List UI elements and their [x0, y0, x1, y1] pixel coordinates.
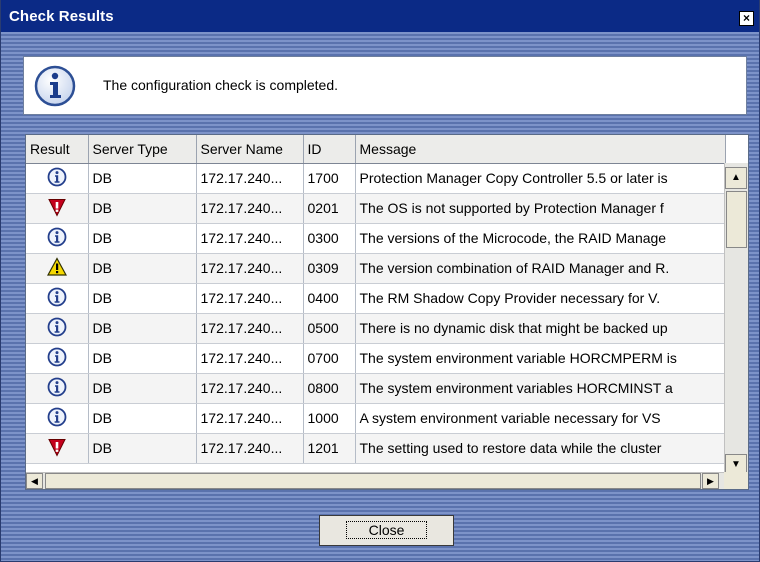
server-type-cell: DB: [88, 373, 197, 404]
table-row[interactable]: DB 172.17.240... 0800 The system environmen…: [26, 373, 726, 404]
server-name-cell: 172.17.240...: [196, 193, 304, 224]
server-name-cell: 172.17.240...: [196, 223, 304, 254]
server-type-cell: DB: [88, 403, 197, 434]
server-name-cell: 172.17.240...: [196, 253, 304, 284]
server-name-cell: 172.17.240...: [196, 433, 304, 464]
server-name-cell: 172.17.240...: [196, 403, 304, 434]
info-message: The configuration check is completed.: [103, 77, 339, 93]
warning-icon: [46, 256, 67, 280]
id-cell: 0400: [303, 283, 356, 314]
result-cell: [26, 283, 89, 314]
server-type-cell: DB: [88, 433, 197, 464]
server-type-cell: DB: [88, 313, 197, 344]
id-cell: 0300: [303, 223, 356, 254]
info-icon: [47, 377, 67, 400]
vertical-scrollbar[interactable]: ▲ ▼: [724, 163, 748, 476]
server-type-cell: DB: [88, 223, 197, 254]
id-cell: 0309: [303, 253, 356, 284]
server-type-cell: DB: [88, 343, 197, 374]
server-type-cell: DB: [88, 163, 197, 194]
result-cell: [26, 223, 89, 254]
column-header-server-name[interactable]: Server Name: [196, 135, 304, 164]
server-type-cell: DB: [88, 283, 197, 314]
info-icon: [47, 167, 67, 190]
table-row[interactable]: DB 172.17.240... 0300 The versions of the M…: [26, 223, 726, 254]
message-cell: The system environment variable HORCMPER…: [355, 343, 726, 374]
info-icon: [47, 347, 67, 370]
result-cell: [26, 313, 89, 344]
id-cell: 0700: [303, 343, 356, 374]
scroll-left-button[interactable]: ◀: [26, 473, 43, 489]
column-header-id[interactable]: ID: [303, 135, 356, 164]
table-row[interactable]: DB 172.17.240... 0201 The OS is not support…: [26, 193, 726, 224]
scroll-right-button[interactable]: ▶: [702, 473, 719, 489]
check-results-dialog: Check Results × The configuration check …: [0, 0, 760, 562]
dialog-title: Check Results: [9, 8, 114, 25]
table-row[interactable]: DB 172.17.240... 1000 A system environment …: [26, 403, 726, 434]
result-cell: [26, 193, 89, 224]
result-cell: [26, 163, 89, 194]
message-cell: There is no dynamic disk that might be b…: [355, 313, 726, 344]
id-cell: 0500: [303, 313, 356, 344]
table-header: Result Server Type Server Name ID Messag…: [26, 135, 726, 164]
info-icon: [47, 407, 67, 430]
table-row[interactable]: DB 172.17.240... 1201 The setting used to r…: [26, 433, 726, 464]
message-cell: The OS is not supported by Protection Ma…: [355, 193, 726, 224]
server-type-cell: DB: [88, 253, 197, 284]
title-bar[interactable]: Check Results ×: [1, 0, 759, 32]
server-name-cell: 172.17.240...: [196, 283, 304, 314]
message-cell: The versions of the Microcode, the RAID …: [355, 223, 726, 254]
result-cell: [26, 253, 89, 284]
result-cell: [26, 373, 89, 404]
id-cell: 1201: [303, 433, 356, 464]
id-cell: 0201: [303, 193, 356, 224]
error-icon: [47, 197, 67, 220]
result-cell: [26, 343, 89, 374]
table-row[interactable]: DB 172.17.240... 0309 The version combinati…: [26, 253, 726, 284]
message-cell: The version combination of RAID Manager …: [355, 253, 726, 284]
result-cell: [26, 403, 89, 434]
table-row[interactable]: DB 172.17.240... 0500 There is no dynamic d…: [26, 313, 726, 344]
id-cell: 1700: [303, 163, 356, 194]
message-cell: The setting used to restore data while t…: [355, 433, 726, 464]
server-name-cell: 172.17.240...: [196, 373, 304, 404]
message-cell: Protection Manager Copy Controller 5.5 o…: [355, 163, 726, 194]
info-icon: [47, 287, 67, 310]
result-cell: [26, 433, 89, 464]
info-icon: [47, 317, 67, 340]
server-name-cell: 172.17.240...: [196, 343, 304, 374]
results-table: Result Server Type Server Name ID Messag…: [25, 134, 749, 490]
table-row[interactable]: DB 172.17.240... 0700 The system environmen…: [26, 343, 726, 374]
column-header-server-type[interactable]: Server Type: [88, 135, 197, 164]
results-grid: Result Server Type Server Name ID Messag…: [26, 135, 726, 464]
table-row[interactable]: DB 172.17.240... 0400 The RM Shadow Copy Pr…: [26, 283, 726, 314]
info-icon: [34, 65, 76, 107]
error-icon: [47, 437, 67, 460]
vertical-scroll-thumb[interactable]: [726, 191, 747, 248]
scroll-corner: [724, 472, 748, 489]
close-button-label: Close: [345, 521, 428, 539]
column-header-message[interactable]: Message: [355, 135, 726, 164]
server-name-cell: 172.17.240...: [196, 313, 304, 344]
horizontal-scrollbar[interactable]: ◀ ▶: [26, 472, 748, 489]
message-cell: The system environment variables HORCMIN…: [355, 373, 726, 404]
info-panel: The configuration check is completed.: [23, 56, 747, 115]
info-icon: [47, 227, 67, 250]
message-cell: A system environment variable necessary …: [355, 403, 726, 434]
server-name-cell: 172.17.240...: [196, 163, 304, 194]
message-cell: The RM Shadow Copy Provider necessary fo…: [355, 283, 726, 314]
column-header-result[interactable]: Result: [26, 135, 89, 164]
close-button[interactable]: Close: [319, 515, 454, 546]
table-row[interactable]: DB 172.17.240... 1700 Protection Manager Co…: [26, 163, 726, 194]
server-type-cell: DB: [88, 193, 197, 224]
close-window-button[interactable]: ×: [739, 11, 754, 26]
id-cell: 0800: [303, 373, 356, 404]
id-cell: 1000: [303, 403, 356, 434]
scroll-up-button[interactable]: ▲: [725, 167, 747, 189]
horizontal-scroll-thumb[interactable]: [45, 473, 701, 489]
